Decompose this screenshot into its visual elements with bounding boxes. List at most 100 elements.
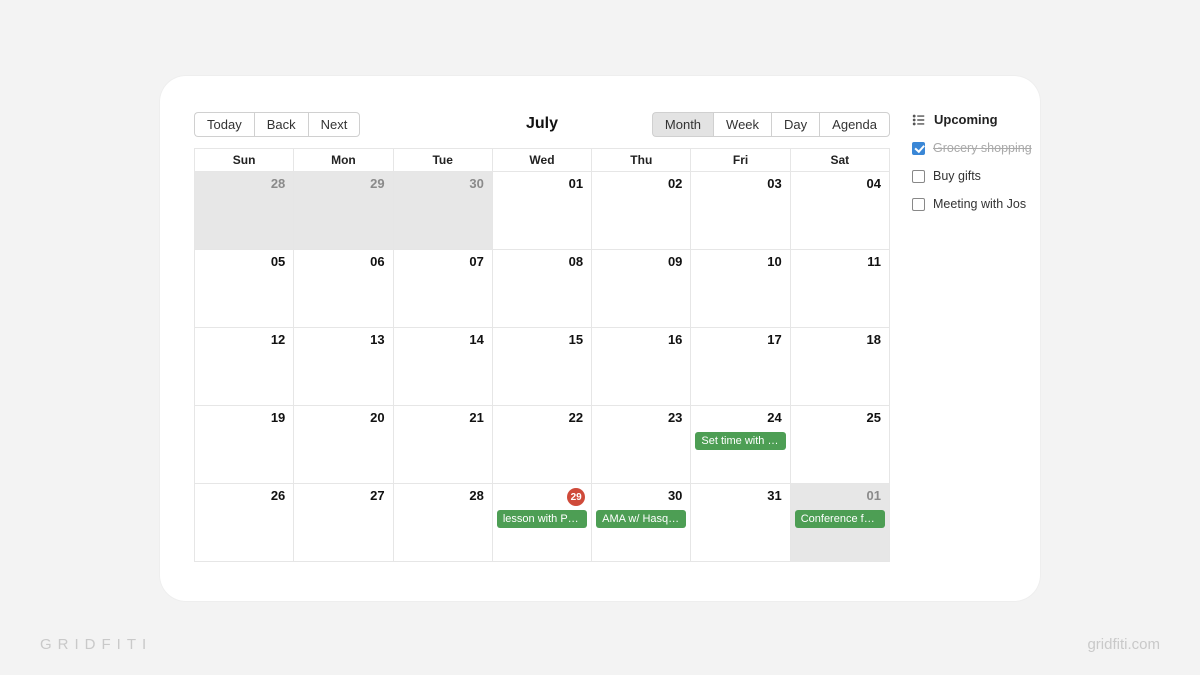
- calendar-cell[interactable]: 09: [592, 250, 691, 328]
- watermark-url: gridfiti.com: [1087, 636, 1160, 653]
- calendar-cell[interactable]: 25: [791, 406, 890, 484]
- date-number: 31: [767, 488, 781, 503]
- calendar-cell[interactable]: 15: [493, 328, 592, 406]
- calendar-cell[interactable]: 14: [394, 328, 493, 406]
- calendar-cell[interactable]: 05: [195, 250, 294, 328]
- date-number: 09: [668, 254, 682, 269]
- calendar-cell[interactable]: 31: [691, 484, 790, 562]
- task-checkbox[interactable]: [912, 198, 925, 211]
- task-label: Grocery shopping: [933, 141, 1032, 155]
- app-card: Today Back Next July Month Week Day Agen…: [160, 76, 1040, 601]
- view-day-button[interactable]: Day: [771, 112, 819, 137]
- date-number: 29: [370, 176, 384, 191]
- date-number: 02: [668, 176, 682, 191]
- view-week-button[interactable]: Week: [713, 112, 771, 137]
- weekday-label: Sat: [791, 149, 890, 172]
- weekday-label: Thu: [592, 149, 691, 172]
- date-number: 25: [867, 410, 881, 425]
- calendar-cell[interactable]: 06: [294, 250, 393, 328]
- date-number-today: 29: [567, 488, 585, 506]
- date-number: 01: [867, 488, 881, 503]
- back-button[interactable]: Back: [254, 112, 308, 137]
- date-number: 10: [767, 254, 781, 269]
- calendar-cell[interactable]: 10: [691, 250, 790, 328]
- today-button[interactable]: Today: [194, 112, 254, 137]
- weekday-label: Sun: [195, 149, 294, 172]
- date-number: 04: [867, 176, 881, 191]
- calendar-cell[interactable]: 02: [592, 172, 691, 250]
- calendar-cell[interactable]: 21: [394, 406, 493, 484]
- calendar-cell[interactable]: 16: [592, 328, 691, 406]
- calendar-cell[interactable]: 28: [195, 172, 294, 250]
- date-number: 17: [767, 332, 781, 347]
- weekday-label: Fri: [691, 149, 790, 172]
- calendar-cell[interactable]: 17: [691, 328, 790, 406]
- calendar-cell[interactable]: 30 AMA w/ Hasque…: [592, 484, 691, 562]
- task-item[interactable]: Grocery shopping: [912, 141, 1040, 155]
- task-checkbox[interactable]: [912, 170, 925, 183]
- view-month-button[interactable]: Month: [652, 112, 713, 137]
- calendar-cell[interactable]: 28: [394, 484, 493, 562]
- task-item[interactable]: Meeting with Jos: [912, 197, 1040, 211]
- date-number: 14: [469, 332, 483, 347]
- calendar-cell[interactable]: 30: [394, 172, 493, 250]
- calendar-cell[interactable]: 20: [294, 406, 393, 484]
- calendar-cell[interactable]: 26: [195, 484, 294, 562]
- calendar-event[interactable]: AMA w/ Hasque…: [596, 510, 686, 528]
- calendar-cell[interactable]: 27: [294, 484, 393, 562]
- calendar-cell[interactable]: 01: [493, 172, 592, 250]
- view-agenda-button[interactable]: Agenda: [819, 112, 890, 137]
- calendar-cell[interactable]: 07: [394, 250, 493, 328]
- calendar-cell[interactable]: 01 Conference for …: [791, 484, 890, 562]
- calendar-cell[interactable]: 29: [294, 172, 393, 250]
- calendar-cell[interactable]: 24 Set time with Li…: [691, 406, 790, 484]
- date-number: 30: [668, 488, 682, 503]
- nav-button-group: Today Back Next: [194, 112, 360, 137]
- date-number: 27: [370, 488, 384, 503]
- date-number: 24: [767, 410, 781, 425]
- calendar-cell[interactable]: 08: [493, 250, 592, 328]
- date-number: 28: [469, 488, 483, 503]
- calendar-weekday-header: SunMonTueWedThuFriSat: [194, 148, 890, 172]
- date-number: 01: [569, 176, 583, 191]
- upcoming-header: Upcoming: [912, 112, 1040, 127]
- date-number: 19: [271, 410, 285, 425]
- calendar-event[interactable]: lesson with Prof…: [497, 510, 587, 528]
- watermark-brand: GRIDFITI: [40, 636, 152, 653]
- view-button-group: Month Week Day Agenda: [652, 112, 890, 137]
- date-number: 28: [271, 176, 285, 191]
- calendar-cell[interactable]: 19: [195, 406, 294, 484]
- date-number: 12: [271, 332, 285, 347]
- calendar-cell[interactable]: 03: [691, 172, 790, 250]
- date-number: 03: [767, 176, 781, 191]
- calendar-cell[interactable]: 12: [195, 328, 294, 406]
- date-number: 22: [569, 410, 583, 425]
- calendar-toolbar: Today Back Next July Month Week Day Agen…: [194, 110, 890, 138]
- date-number: 18: [867, 332, 881, 347]
- date-number: 08: [569, 254, 583, 269]
- calendar-cell[interactable]: 13: [294, 328, 393, 406]
- calendar-grid: 28 29 30 01 02 03 04 05 06 07 08 09 10 11 12 13 14 15 16 17…: [194, 172, 890, 562]
- upcoming-panel: Upcoming Grocery shopping Buy gifts Meetin…: [890, 110, 1040, 601]
- calendar-cell[interactable]: 11: [791, 250, 890, 328]
- calendar-event[interactable]: Set time with Li…: [695, 432, 785, 450]
- weekday-label: Mon: [294, 149, 393, 172]
- date-number: 13: [370, 332, 384, 347]
- calendar-cell[interactable]: 22: [493, 406, 592, 484]
- next-button[interactable]: Next: [308, 112, 361, 137]
- task-checkbox[interactable]: [912, 142, 925, 155]
- task-label: Buy gifts: [933, 169, 981, 183]
- date-number: 20: [370, 410, 384, 425]
- calendar-cell[interactable]: 18: [791, 328, 890, 406]
- task-label: Meeting with Jos: [933, 197, 1026, 211]
- date-number: 26: [271, 488, 285, 503]
- task-item[interactable]: Buy gifts: [912, 169, 1040, 183]
- calendar-cell[interactable]: 23: [592, 406, 691, 484]
- calendar-cell[interactable]: 04: [791, 172, 890, 250]
- date-number: 06: [370, 254, 384, 269]
- date-number: 23: [668, 410, 682, 425]
- calendar-cell[interactable]: 29 lesson with Prof…: [493, 484, 592, 562]
- weekday-label: Wed: [493, 149, 592, 172]
- calendar-event[interactable]: Conference for …: [795, 510, 885, 528]
- date-number: 16: [668, 332, 682, 347]
